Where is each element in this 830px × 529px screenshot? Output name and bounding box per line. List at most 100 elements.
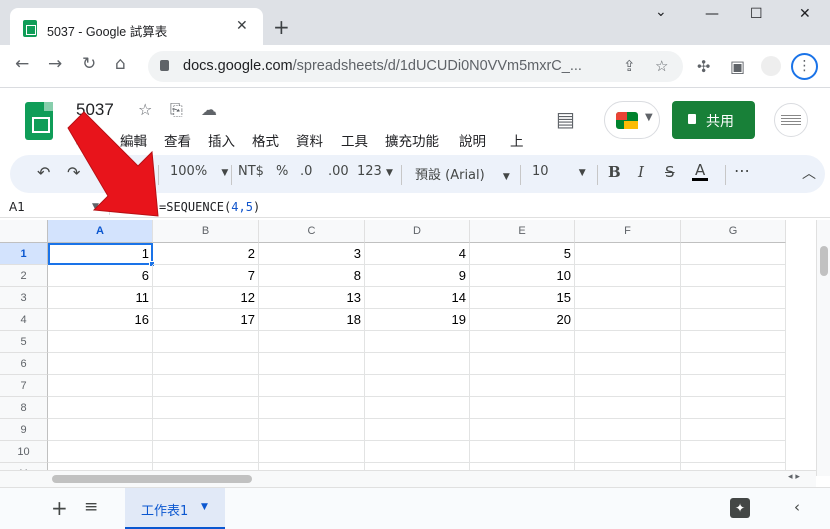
bold-button[interactable]: B	[608, 163, 621, 181]
row-header-1[interactable]: 1	[0, 243, 48, 265]
menu-edit[interactable]: 編輯	[120, 130, 147, 150]
side-panel-collapse-icon[interactable]: ‹	[794, 498, 800, 516]
back-arrow-icon[interactable]: ←	[15, 56, 29, 73]
name-box-dropdown-icon[interactable]: ▼	[92, 202, 99, 212]
document-title[interactable]: 5037	[76, 100, 114, 120]
column-header-d[interactable]: D	[365, 220, 470, 243]
explore-icon[interactable]: ✦	[730, 498, 750, 518]
cell-g2[interactable]	[681, 265, 786, 287]
cell-g5[interactable]	[681, 331, 786, 353]
home-icon[interactable]: ⌂	[115, 56, 126, 73]
cell-f2[interactable]	[575, 265, 681, 287]
cell-e7[interactable]	[470, 375, 575, 397]
percent-format-button[interactable]: %	[276, 164, 288, 179]
cell-b11[interactable]	[153, 463, 259, 470]
column-header-f[interactable]: F	[575, 220, 681, 243]
account-avatar[interactable]	[774, 103, 808, 137]
row-header-8[interactable]: 8	[0, 397, 48, 419]
vertical-scroll-thumb[interactable]	[820, 246, 828, 276]
cell-b10[interactable]	[153, 441, 259, 463]
text-color-button[interactable]: A	[692, 163, 709, 181]
cell-e3[interactable]: 15	[470, 287, 575, 309]
reload-icon[interactable]: ↻	[82, 56, 96, 73]
decrease-decimal-button[interactable]: .0	[300, 164, 312, 179]
minimize-button[interactable]: —	[705, 6, 719, 22]
menu-file[interactable]: 檔	[76, 130, 90, 150]
redo-icon[interactable]: ↷	[67, 163, 80, 182]
undo-icon[interactable]: ↶	[37, 163, 50, 182]
bookmark-star-icon[interactable]: ☆	[655, 57, 668, 75]
cell-c6[interactable]	[259, 353, 365, 375]
comment-history-icon[interactable]: ▤	[556, 107, 575, 131]
cell-c9[interactable]	[259, 419, 365, 441]
new-tab-button[interactable]: +	[273, 17, 290, 37]
cell-d8[interactable]	[365, 397, 470, 419]
menu-help[interactable]: 說明	[459, 130, 486, 150]
cell-a1[interactable]: 1	[48, 243, 153, 265]
cell-a5[interactable]	[48, 331, 153, 353]
cell-f4[interactable]	[575, 309, 681, 331]
spreadsheet-grid[interactable]: ABCDEFG 1234567891011 123456789101112131…	[0, 220, 816, 470]
cell-f3[interactable]	[575, 287, 681, 309]
maximize-button[interactable]: ☐	[750, 6, 763, 22]
column-header-b[interactable]: B	[153, 220, 259, 243]
cell-g4[interactable]	[681, 309, 786, 331]
move-folder-icon[interactable]: ⎘	[170, 100, 183, 120]
address-bar[interactable]: docs.google.com/spreadsheets/d/1dUCUDi0N…	[148, 51, 683, 82]
column-header-g[interactable]: G	[681, 220, 786, 243]
tab-close-icon[interactable]: ✕	[236, 18, 248, 34]
row-header-10[interactable]: 10	[0, 441, 48, 463]
vertical-scrollbar[interactable]	[816, 220, 830, 476]
cell-d4[interactable]: 19	[365, 309, 470, 331]
cell-b4[interactable]: 17	[153, 309, 259, 331]
cloud-status-icon[interactable]: ☁	[201, 100, 217, 119]
cell-c8[interactable]	[259, 397, 365, 419]
horizontal-scrollbar[interactable]: ◂ ▸	[0, 470, 816, 487]
menu-insert[interactable]: 插入	[208, 130, 235, 150]
tab-search-chevron-icon[interactable]: ⌄	[655, 4, 667, 20]
cell-g8[interactable]	[681, 397, 786, 419]
lock-icon[interactable]	[160, 60, 169, 71]
close-window-button[interactable]: ✕	[799, 6, 811, 22]
cell-a11[interactable]	[48, 463, 153, 470]
cell-f10[interactable]	[575, 441, 681, 463]
cell-d2[interactable]: 9	[365, 265, 470, 287]
cell-c10[interactable]	[259, 441, 365, 463]
browser-menu-icon[interactable]: ⋮	[791, 53, 818, 80]
cell-c3[interactable]: 13	[259, 287, 365, 309]
row-header-7[interactable]: 7	[0, 375, 48, 397]
row-header-11[interactable]: 11	[0, 463, 48, 470]
horizontal-scroll-thumb[interactable]	[52, 475, 252, 483]
forward-arrow-icon[interactable]: →	[48, 56, 62, 73]
cell-c7[interactable]	[259, 375, 365, 397]
currency-format-button[interactable]: NT$	[238, 164, 264, 179]
cell-d5[interactable]	[365, 331, 470, 353]
cell-a10[interactable]	[48, 441, 153, 463]
more-formats-button[interactable]: 123 ▼	[357, 164, 393, 179]
cell-g1[interactable]	[681, 243, 786, 265]
zoom-select[interactable]: 100% ▼	[170, 164, 228, 179]
cell-b9[interactable]	[153, 419, 259, 441]
profile-avatar-icon[interactable]	[761, 56, 781, 76]
cell-a3[interactable]: 11	[48, 287, 153, 309]
scroll-arrows-icon[interactable]: ◂ ▸	[788, 472, 800, 482]
cell-d9[interactable]	[365, 419, 470, 441]
cell-f9[interactable]	[575, 419, 681, 441]
row-header-9[interactable]: 9	[0, 419, 48, 441]
cell-f1[interactable]	[575, 243, 681, 265]
sheet-tab-dropdown-icon[interactable]: ▼	[201, 502, 208, 512]
cell-b1[interactable]: 2	[153, 243, 259, 265]
cell-g7[interactable]	[681, 375, 786, 397]
add-sheet-button[interactable]: +	[51, 496, 68, 520]
row-header-4[interactable]: 4	[0, 309, 48, 331]
cell-d3[interactable]: 14	[365, 287, 470, 309]
cell-g9[interactable]	[681, 419, 786, 441]
cell-g3[interactable]	[681, 287, 786, 309]
cell-a6[interactable]	[48, 353, 153, 375]
cell-c4[interactable]: 18	[259, 309, 365, 331]
formula-input[interactable]: =SEQUENCE(4,5)	[159, 200, 260, 214]
cell-b6[interactable]	[153, 353, 259, 375]
cell-a2[interactable]: 6	[48, 265, 153, 287]
paint-format-icon[interactable]: ✎	[126, 163, 139, 182]
cell-b7[interactable]	[153, 375, 259, 397]
